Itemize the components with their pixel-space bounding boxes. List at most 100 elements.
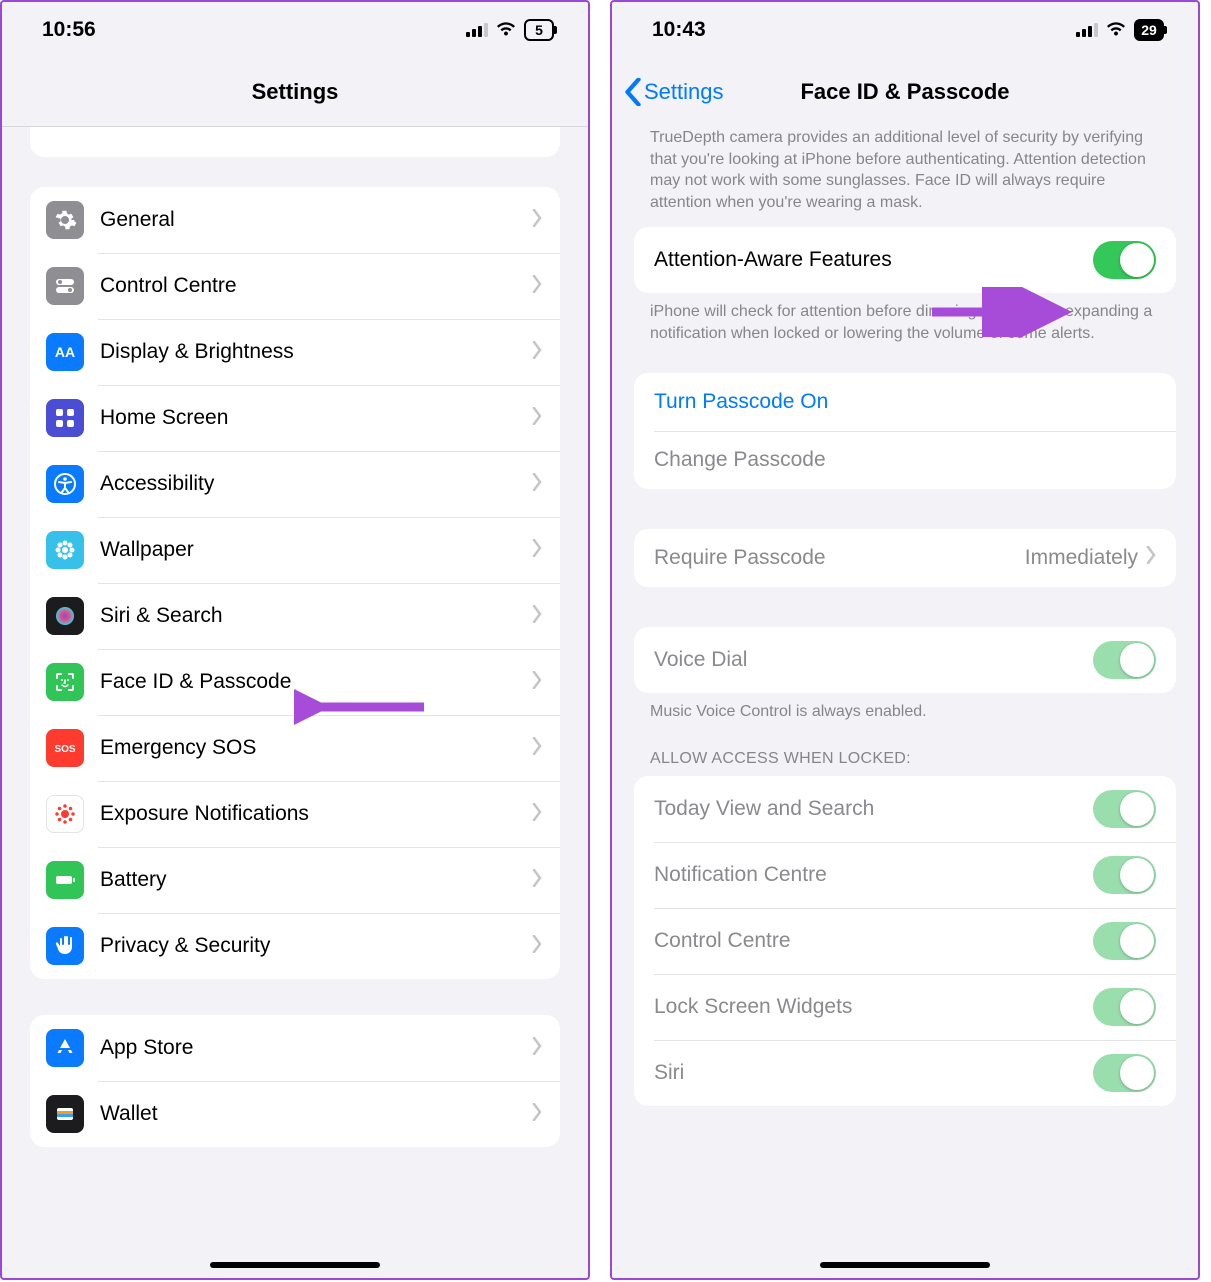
row-label: Lock Screen Widgets xyxy=(654,995,1093,1019)
settings-row-siri-search[interactable]: Siri & Search xyxy=(30,583,560,649)
chevron-right-icon xyxy=(532,869,542,892)
status-bar: 10:43 29 xyxy=(612,2,1198,57)
row-label: Accessibility xyxy=(100,472,532,496)
sos-icon: SOS xyxy=(46,729,84,767)
turn-passcode-on-row[interactable]: Turn Passcode On xyxy=(634,373,1176,431)
attention-aware-row[interactable]: Attention-Aware Features xyxy=(634,227,1176,293)
settings-group-general: General Control Centre AA Display & Brightn… xyxy=(30,187,560,979)
status-time: 10:43 xyxy=(652,18,706,42)
settings-row-general[interactable]: General xyxy=(30,187,560,253)
row-label: Wallpaper xyxy=(100,538,532,562)
settings-row-battery[interactable]: Battery xyxy=(30,847,560,913)
voice-note: Music Voice Control is always enabled. xyxy=(612,693,1198,723)
row-label: Today View and Search xyxy=(654,797,1093,821)
row-label: Notification Centre xyxy=(654,863,1093,887)
row-label: Control Centre xyxy=(654,929,1093,953)
allow-header: ALLOW ACCESS WHEN LOCKED: xyxy=(612,722,1198,776)
allow-row-notification-centre[interactable]: Notification Centre xyxy=(634,842,1176,908)
row-label: Turn Passcode On xyxy=(654,390,1156,414)
settings-row-privacy-security[interactable]: Privacy & Security xyxy=(30,913,560,979)
chevron-right-icon xyxy=(532,605,542,628)
page-title: Settings xyxy=(252,79,339,105)
row-label: Siri xyxy=(654,1061,1093,1085)
settings-row-accessibility[interactable]: Accessibility xyxy=(30,451,560,517)
grid-icon xyxy=(46,399,84,437)
status-bar: 10:56 5 xyxy=(2,2,588,57)
chevron-right-icon xyxy=(532,737,542,760)
chevron-right-icon xyxy=(532,1037,542,1060)
chevron-right-icon xyxy=(532,935,542,958)
attention-toggle[interactable] xyxy=(1093,241,1156,279)
wifi-icon xyxy=(496,18,516,42)
settings-row-app-store[interactable]: App Store xyxy=(30,1015,560,1081)
cellular-icon xyxy=(1076,23,1098,37)
back-button[interactable]: Settings xyxy=(624,57,724,127)
allow-row-siri[interactable]: Siri xyxy=(634,1040,1176,1106)
passcode-card: Turn Passcode On Change Passcode xyxy=(634,373,1176,489)
row-label: Display & Brightness xyxy=(100,340,532,364)
row-label: Exposure Notifications xyxy=(100,802,532,826)
allow-toggle[interactable] xyxy=(1093,790,1156,828)
status-time: 10:56 xyxy=(42,18,96,42)
row-label: Emergency SOS xyxy=(100,736,532,760)
attention-note: iPhone will check for attention before d… xyxy=(612,293,1198,344)
allow-row-today-view-and-search[interactable]: Today View and Search xyxy=(634,776,1176,842)
settings-row-emergency-sos[interactable]: SOS Emergency SOS xyxy=(30,715,560,781)
chevron-right-icon xyxy=(532,671,542,694)
flower-icon xyxy=(46,531,84,569)
faceid-icon xyxy=(46,663,84,701)
chevron-right-icon xyxy=(532,407,542,430)
row-label: Wallet xyxy=(100,1102,532,1126)
svg-text:AA: AA xyxy=(55,344,75,360)
row-label: Attention-Aware Features xyxy=(654,248,1093,272)
page-title: Face ID & Passcode xyxy=(800,79,1009,105)
row-label: Voice Dial xyxy=(654,648,1093,672)
home-indicator[interactable] xyxy=(210,1262,380,1268)
row-label: App Store xyxy=(100,1036,532,1060)
wifi-icon xyxy=(1106,18,1126,42)
allow-toggle[interactable] xyxy=(1093,988,1156,1026)
settings-row-home-screen[interactable]: Home Screen xyxy=(30,385,560,451)
settings-row-wallpaper[interactable]: Wallpaper xyxy=(30,517,560,583)
settings-row-control-centre[interactable]: Control Centre xyxy=(30,253,560,319)
require-card: Require Passcode Immediately xyxy=(634,529,1176,587)
aa-icon: AA xyxy=(46,333,84,371)
allow-toggle[interactable] xyxy=(1093,1054,1156,1092)
chevron-right-icon xyxy=(532,341,542,364)
home-indicator[interactable] xyxy=(820,1262,990,1268)
voice-dial-toggle[interactable] xyxy=(1093,641,1156,679)
nav-header: Settings xyxy=(2,57,588,127)
chevron-right-icon xyxy=(532,539,542,562)
settings-row-wallet[interactable]: Wallet xyxy=(30,1081,560,1147)
gear-icon xyxy=(46,201,84,239)
row-label: Siri & Search xyxy=(100,604,532,628)
row-value: Immediately xyxy=(1025,546,1138,570)
settings-row-display-brightness[interactable]: AA Display & Brightness xyxy=(30,319,560,385)
chevron-right-icon xyxy=(532,803,542,826)
allow-row-lock-screen-widgets[interactable]: Lock Screen Widgets xyxy=(634,974,1176,1040)
allow-toggle[interactable] xyxy=(1093,856,1156,894)
siri-icon xyxy=(46,597,84,635)
cellular-icon xyxy=(466,23,488,37)
allow-row-control-centre[interactable]: Control Centre xyxy=(634,908,1176,974)
row-label: Home Screen xyxy=(100,406,532,430)
row-label: Require Passcode xyxy=(654,546,1025,570)
row-label: General xyxy=(100,208,532,232)
settings-row-face-id-passcode[interactable]: Face ID & Passcode xyxy=(30,649,560,715)
require-passcode-row[interactable]: Require Passcode Immediately xyxy=(634,529,1176,587)
chevron-right-icon xyxy=(532,275,542,298)
row-label: Battery xyxy=(100,868,532,892)
allow-toggle[interactable] xyxy=(1093,922,1156,960)
switches-icon xyxy=(46,267,84,305)
change-passcode-row[interactable]: Change Passcode xyxy=(634,431,1176,489)
appstore-icon xyxy=(46,1029,84,1067)
voice-dial-row[interactable]: Voice Dial xyxy=(634,627,1176,693)
row-label: Privacy & Security xyxy=(100,934,532,958)
nav-header: Settings Face ID & Passcode xyxy=(612,57,1198,127)
phone-faceid: 10:43 29 Settings Face ID & Passcode Tru… xyxy=(610,0,1200,1280)
back-label: Settings xyxy=(644,79,724,105)
settings-row-exposure-notifications[interactable]: Exposure Notifications xyxy=(30,781,560,847)
previous-section-edge xyxy=(30,127,560,157)
accessibility-icon xyxy=(46,465,84,503)
chevron-right-icon xyxy=(532,473,542,496)
